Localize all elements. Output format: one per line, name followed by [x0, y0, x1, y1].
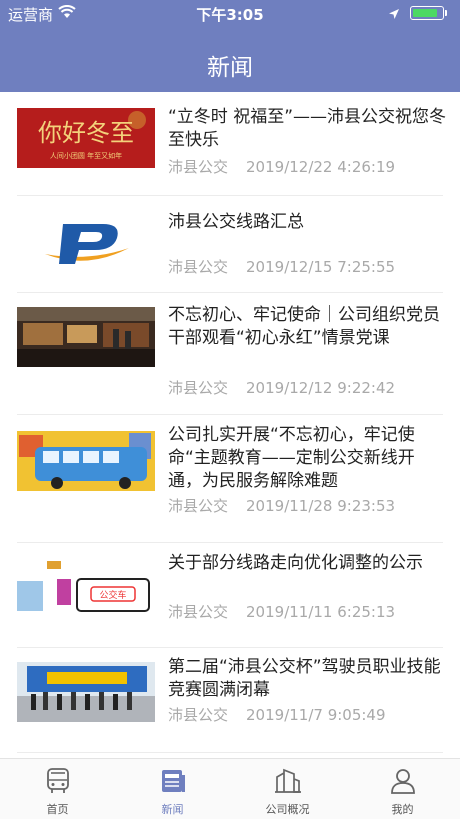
page-title: 新闻 — [207, 55, 253, 81]
battery-level — [413, 9, 438, 17]
news-source: 沛县公交 — [168, 158, 229, 176]
news-meta: 沛县公交 2019/11/7 9:05:49 — [168, 704, 386, 725]
news-title: “立冬时 祝福至”——沛县公交祝您冬至快乐 — [168, 107, 447, 150]
tab-mine[interactable]: 我的 — [345, 759, 460, 819]
news-item-2[interactable]: 沛县公交线路汇总 沛县公交 2019/12/15 7:25:55 — [0, 196, 460, 300]
news-icon — [159, 767, 187, 795]
building-icon — [274, 767, 302, 795]
news-item-3[interactable]: 不忘初心、牢记使命｜公司组织党员干部观看“初心永红”情景党课 沛县公交 2019/… — [0, 293, 460, 413]
news-meta: 沛县公交 2019/12/12 9:22:42 — [168, 377, 395, 398]
thumb-label: 公交车 — [99, 589, 126, 601]
tab-news[interactable]: 新闻 — [115, 759, 230, 819]
battery-tip — [445, 10, 447, 16]
news-date: 2019/12/15 7:25:55 — [246, 258, 396, 276]
news-title: 不忘初心、牢记使命｜公司组织党员干部观看“初心永红”情景党课 — [168, 305, 440, 348]
bus-cartoon-thumbnail — [17, 431, 155, 491]
bus-stop-thumbnail: 公交车 — [17, 557, 155, 617]
thumb-title: 你好冬至 — [38, 119, 134, 147]
tab-company-overview[interactable]: 公司概况 — [230, 759, 345, 819]
news-meta: 沛县公交 2019/12/15 7:25:55 — [168, 256, 395, 277]
tab-home[interactable]: 首页 — [0, 759, 115, 819]
news-source: 沛县公交 — [168, 497, 229, 515]
news-meta: 沛县公交 2019/11/11 6:25:13 — [168, 601, 395, 622]
news-source: 沛县公交 — [168, 379, 229, 397]
news-date: 2019/11/28 9:23:53 — [246, 497, 396, 515]
group-photo-thumbnail — [17, 662, 155, 722]
tab-label: 首页 — [46, 803, 69, 816]
bus-icon — [44, 767, 72, 795]
navigation-bar: 新闻 — [0, 26, 460, 92]
exhibition-hall-thumbnail — [17, 307, 155, 367]
thumb-subtitle: 人间小团圆 年至又如年 — [50, 151, 122, 160]
news-meta: 沛县公交 2019/11/28 9:23:53 — [168, 495, 395, 516]
news-title: 第二届“沛县公交杯”驾驶员职业技能竞赛圆满闭幕 — [168, 657, 441, 700]
news-date: 2019/11/7 9:05:49 — [246, 706, 386, 724]
news-item-4[interactable]: 公司扎实开展“不忘初心，牢记使命“主题教育——定制公交新线开通，为民服务解除难题… — [0, 415, 460, 541]
news-title: 沛县公交线路汇总 — [168, 212, 304, 232]
battery-icon — [410, 6, 444, 20]
user-icon — [389, 767, 417, 795]
news-item-1[interactable]: 你好冬至 人间小团圆 年至又如年 “立冬时 祝福至”——沛县公交祝您冬至快乐 沛… — [0, 92, 460, 196]
news-list[interactable]: 你好冬至 人间小团圆 年至又如年 “立冬时 祝福至”——沛县公交祝您冬至快乐 沛… — [0, 92, 460, 758]
news-meta: 沛县公交 2019/12/22 4:26:19 — [168, 156, 395, 177]
news-item-5[interactable]: 公交车 关于部分线路走向优化调整的公示 沛县公交 2019/11/11 6:25:… — [0, 543, 460, 647]
tab-label: 新闻 — [161, 803, 184, 816]
location-arrow-icon — [388, 6, 400, 24]
status-bar: 运营商 下午3:05 — [0, 0, 460, 26]
divider — [17, 752, 443, 753]
news-title: 公司扎实开展“不忘初心，牢记使命“主题教育——定制公交新线开通，为民服务解除难题 — [168, 425, 415, 491]
news-date: 2019/11/11 6:25:13 — [246, 603, 396, 621]
news-item-6[interactable]: 第二届“沛县公交杯”驾驶员职业技能竞赛圆满闭幕 沛县公交 2019/11/7 9:… — [0, 648, 460, 758]
news-date: 2019/12/22 4:26:19 — [246, 158, 396, 176]
winter-solstice-thumbnail: 你好冬至 人间小团圆 年至又如年 — [17, 108, 155, 168]
tab-label: 公司概况 — [265, 803, 310, 816]
tab-bar: 首页 新闻 公司概况 我的 — [0, 758, 460, 819]
news-source: 沛县公交 — [168, 603, 229, 621]
news-date: 2019/12/12 9:22:42 — [246, 379, 396, 397]
news-source: 沛县公交 — [168, 706, 229, 724]
news-source: 沛县公交 — [168, 258, 229, 276]
p-logo-thumbnail — [17, 212, 155, 272]
news-title: 关于部分线路走向优化调整的公示 — [168, 553, 423, 573]
tab-label: 我的 — [391, 803, 414, 816]
